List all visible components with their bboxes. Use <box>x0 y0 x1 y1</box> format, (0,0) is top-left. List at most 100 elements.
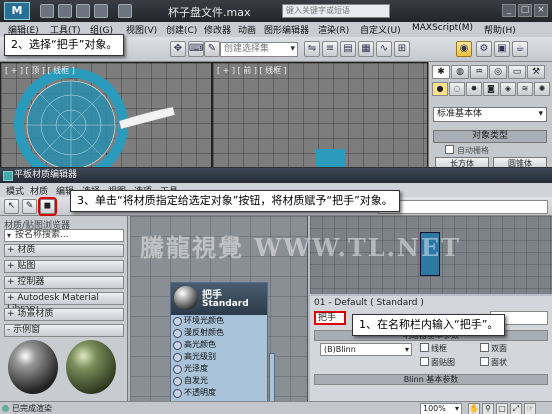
menu-help[interactable]: 帮助(H) <box>484 23 516 36</box>
node-slot[interactable]: 不透明度 <box>171 387 267 399</box>
geometry-icon[interactable]: ● <box>432 82 448 96</box>
utilities-tab-icon[interactable]: ⚒ <box>527 65 545 79</box>
callout-step-3: 3、单击“将材质指定给选定对象”按钮，将材质赋予“把手”对象。 <box>70 190 400 212</box>
create-tab-icon[interactable]: ✱ <box>432 65 450 79</box>
browser-search-input[interactable]: 按名称搜索... <box>4 229 124 242</box>
material-editor-icon[interactable]: ◉ <box>456 41 472 57</box>
pan-icon[interactable]: ✋ <box>468 403 480 414</box>
parameter-editor: 01 - Default ( Standard ) 把手 明暗器基本参数 (B)… <box>310 296 552 401</box>
menu-customize[interactable]: 自定义(U) <box>360 23 401 36</box>
category-autodesk-library[interactable]: + Autodesk Material Library <box>4 292 124 314</box>
render-production-icon[interactable]: ☕ <box>512 41 528 57</box>
wire-checkbox[interactable]: 线框 <box>420 343 447 354</box>
snap-icon[interactable]: ✎ <box>204 41 220 57</box>
view-selector-dropdown[interactable] <box>378 200 548 214</box>
pick-material-icon[interactable]: ✎ <box>22 199 37 214</box>
category-scene-materials[interactable]: + 场景材质 <box>4 308 124 321</box>
node-slot[interactable]: 漫反射颜色 <box>171 327 267 339</box>
node-slot[interactable]: 光泽度 <box>171 363 267 375</box>
redo-icon[interactable] <box>118 4 132 18</box>
select-and-manipulate-icon[interactable]: ✥ <box>170 41 186 57</box>
viewport-label-front[interactable]: [ + ] [ 前 ] [ 线框 ] <box>217 65 287 76</box>
callout-step-2: 2、选择“把手”对象。 <box>4 34 125 56</box>
category-maps[interactable]: + 贴图 <box>4 260 124 273</box>
assign-material-to-selection-icon[interactable]: ◼ <box>38 197 57 216</box>
display-tab-icon[interactable]: ▭ <box>508 65 526 79</box>
cup-front-shape <box>315 149 345 169</box>
lights-icon[interactable]: ✸ <box>466 82 482 96</box>
hierarchy-tab-icon[interactable]: ♒ <box>470 65 488 79</box>
category-materials[interactable]: + 材质 <box>4 244 124 257</box>
zoom-extents-icon[interactable]: ⤢ <box>510 403 522 414</box>
app-logo-icon[interactable]: M <box>4 2 30 20</box>
helpers-icon[interactable]: ◈ <box>500 82 516 96</box>
material-id-label: 01 - Default ( Standard ) <box>314 298 424 308</box>
help-search-input[interactable]: 键入关键字或短语 <box>282 4 390 18</box>
callout-step-1: 1、在名称栏内输入“把手”。 <box>352 314 506 336</box>
primitive-category-dropdown[interactable]: 标准基本体 <box>433 107 547 122</box>
slate-menu-mode[interactable]: 模式 <box>6 184 24 197</box>
menu-modifiers[interactable]: 修改器 <box>204 23 231 36</box>
modify-tab-icon[interactable]: ◍ <box>451 65 469 79</box>
save-file-icon[interactable] <box>76 4 90 18</box>
graphite-icon[interactable]: ▦ <box>358 41 374 57</box>
zoom-dropdown[interactable]: 100% <box>420 403 462 414</box>
material-name-field[interactable]: 把手 <box>314 311 346 325</box>
schematic-view-icon[interactable]: ⊞ <box>394 41 410 57</box>
layer-manager-icon[interactable]: ▤ <box>340 41 356 57</box>
material-node[interactable]: 把手 Standard 环境光颜色 漫反射颜色 高光颜色 高光级别 光泽度 自发… <box>170 282 275 405</box>
node-output-handle[interactable] <box>269 353 275 405</box>
zoom-region-icon[interactable]: ▢ <box>496 403 508 414</box>
slate-menu-material[interactable]: 材质 <box>30 184 48 197</box>
watermark-text: 騰龍視覺 WWW.TL.NET <box>140 233 462 262</box>
minimize-icon[interactable]: _ <box>502 4 516 17</box>
node-slot[interactable]: 环境光颜色 <box>171 315 267 327</box>
hand-icon[interactable]: ☞ <box>524 403 536 414</box>
shader-type-dropdown[interactable]: (B)Blinn <box>320 343 412 356</box>
blinn-basic-params-rollout[interactable]: Blinn 基本参数 <box>314 374 548 385</box>
two-sided-checkbox[interactable]: 双面 <box>480 343 507 354</box>
faceted-checkbox[interactable]: 面状 <box>480 357 507 368</box>
autogrid-checkbox[interactable]: 自动栅格 <box>445 145 489 156</box>
sample-sphere-green[interactable] <box>66 340 116 394</box>
maximize-icon[interactable]: □ <box>518 4 532 17</box>
sample-sphere-gray[interactable] <box>8 340 58 394</box>
motion-tab-icon[interactable]: ◎ <box>489 65 507 79</box>
rendered-frame-icon[interactable]: ▣ <box>494 41 510 57</box>
render-setup-icon[interactable]: ⚙ <box>476 41 492 57</box>
new-file-icon[interactable] <box>40 4 54 18</box>
menu-animation[interactable]: 动画 <box>238 23 256 36</box>
node-slot[interactable]: 自发光 <box>171 375 267 387</box>
open-file-icon[interactable] <box>58 4 72 18</box>
zoom-icon[interactable]: ⚲ <box>482 403 494 414</box>
close-icon[interactable]: × <box>534 4 548 17</box>
align-icon[interactable]: ≡ <box>322 41 338 57</box>
object-type-rollout[interactable]: 对象类型 <box>433 130 547 143</box>
undo-icon[interactable] <box>94 4 108 18</box>
slate-editor-title: 平板材质编辑器 <box>0 168 552 183</box>
menu-maxscript[interactable]: MAXScript(M) <box>412 23 473 33</box>
spacewarps-icon[interactable]: ≋ <box>517 82 533 96</box>
viewport-top[interactable]: [ + ] [ 顶 ] [ 线框 ] <box>0 62 212 169</box>
named-selection-set-dropdown[interactable]: 创建选择集 <box>220 42 298 57</box>
menu-views[interactable]: 视图(V) <box>126 23 157 36</box>
node-slot[interactable]: 高光颜色 <box>171 339 267 351</box>
mirror-icon[interactable]: ⇋ <box>304 41 320 57</box>
viewport-label-top[interactable]: [ + ] [ 顶 ] [ 线框 ] <box>5 65 75 76</box>
cameras-icon[interactable]: ◙ <box>483 82 499 96</box>
menu-rendering[interactable]: 渲染(R) <box>318 23 349 36</box>
category-sample-slots[interactable]: - 示例窗 <box>4 324 124 337</box>
node-material-type: Standard <box>202 299 249 309</box>
node-slot[interactable]: 高光级别 <box>171 351 267 363</box>
material-map-browser: 材质/贴图浏览器 按名称搜索... + 材质 + 贴图 + 控制器 + Auto… <box>0 216 128 401</box>
face-map-checkbox[interactable]: 面贴图 <box>420 357 455 368</box>
curve-editor-icon[interactable]: ∿ <box>376 41 392 57</box>
menu-graph-editors[interactable]: 图形编辑器 <box>264 23 309 36</box>
keyboard-shortcut-icon[interactable]: ⌨ <box>188 41 204 57</box>
category-controllers[interactable]: + 控制器 <box>4 276 124 289</box>
shapes-icon[interactable]: ◌ <box>449 82 465 96</box>
menu-create[interactable]: 创建(C) <box>166 23 197 36</box>
select-tool-icon[interactable]: ↖ <box>4 199 19 214</box>
viewport-front[interactable]: [ + ] [ 前 ] [ 线框 ] <box>212 62 428 169</box>
systems-icon[interactable]: ✺ <box>534 82 550 96</box>
